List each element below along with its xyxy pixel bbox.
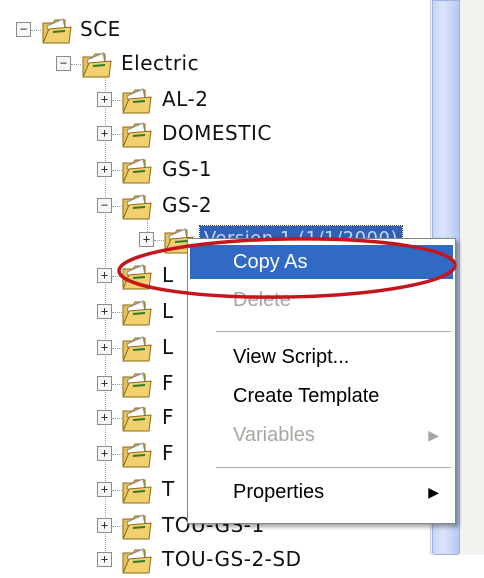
tree-node-label: F	[162, 405, 175, 429]
menu-item-label: Create Template	[233, 385, 380, 407]
expand-icon[interactable]: +	[97, 268, 112, 283]
open-folder-icon	[122, 88, 152, 114]
collapse-icon[interactable]: −	[16, 22, 31, 37]
open-folder-icon	[122, 372, 152, 398]
menu-item-label: Copy As	[233, 251, 308, 273]
open-folder-icon	[122, 406, 152, 432]
menu-item-label: Variables	[233, 424, 315, 446]
tree-node-label: DOMESTIC	[162, 121, 272, 145]
open-folder-icon	[122, 442, 152, 468]
menu-item-copy-as[interactable]: Copy As	[190, 245, 453, 279]
menu-item-label: View Script...	[233, 346, 350, 368]
expand-icon[interactable]: +	[97, 482, 112, 497]
tree-node-label: L	[162, 263, 174, 287]
tree-node-label: AL-2	[162, 87, 209, 111]
menu-item-label: Properties	[233, 481, 325, 503]
expand-icon[interactable]: +	[97, 518, 112, 533]
menu-separator	[216, 331, 451, 332]
tree-node[interactable]: − SCE	[0, 12, 200, 48]
tree-node[interactable]: + L	[0, 330, 200, 366]
tree-node[interactable]: + TOU-GS-2-SD	[0, 542, 320, 578]
tree-node-label: GS-1	[162, 157, 213, 181]
menu-item-create-template[interactable]: Create Template	[190, 379, 453, 413]
tree-node[interactable]: + L	[0, 294, 200, 330]
menu-item-label: Delete	[233, 289, 291, 311]
tree-node[interactable]: + T	[0, 472, 200, 508]
expand-icon[interactable]: +	[139, 232, 154, 247]
expand-icon[interactable]: +	[97, 552, 112, 567]
expand-icon[interactable]: +	[97, 126, 112, 141]
expand-icon[interactable]: +	[97, 446, 112, 461]
open-folder-icon	[122, 158, 152, 184]
tree-node-label: TOU-GS-2-SD	[162, 547, 302, 571]
collapse-icon[interactable]: −	[97, 198, 112, 213]
expand-icon[interactable]: +	[97, 376, 112, 391]
open-folder-icon	[122, 478, 152, 504]
tree-node[interactable]: − GS-2	[0, 188, 260, 224]
open-folder-icon	[122, 194, 152, 220]
collapse-icon[interactable]: −	[56, 56, 71, 71]
tree-node[interactable]: + F	[0, 400, 200, 436]
expand-icon[interactable]: +	[97, 410, 112, 425]
tree-node[interactable]: + DOMESTIC	[0, 116, 300, 152]
menu-item-properties[interactable]: Properties ▶	[190, 475, 453, 509]
menu-item-view-script[interactable]: View Script...	[190, 340, 453, 374]
tree-node-label: SCE	[80, 17, 121, 41]
tree-node[interactable]: + AL-2	[0, 82, 260, 118]
submenu-arrow-icon: ▶	[428, 484, 439, 500]
tree-node-label: F	[162, 441, 175, 465]
tree-node[interactable]: + F	[0, 366, 200, 402]
tree-node-label: GS-2	[162, 193, 213, 217]
expand-icon[interactable]: +	[97, 162, 112, 177]
open-folder-icon	[122, 264, 152, 290]
tree-node[interactable]: − Electric	[0, 46, 260, 82]
open-folder-icon	[82, 52, 112, 78]
open-folder-icon	[122, 514, 152, 540]
menu-item-delete: Delete	[190, 283, 453, 317]
open-folder-icon	[42, 18, 72, 44]
open-folder-icon	[122, 300, 152, 326]
open-folder-icon	[122, 336, 152, 362]
tree-node[interactable]: + GS-1	[0, 152, 260, 188]
open-folder-icon	[122, 548, 152, 574]
expand-icon[interactable]: +	[97, 340, 112, 355]
tree-node[interactable]: + L	[0, 258, 200, 294]
tree-node-label: F	[162, 371, 175, 395]
expand-icon[interactable]: +	[97, 92, 112, 107]
context-menu: Copy As Delete View Script... Create Tem…	[187, 238, 456, 524]
tree-node-label: Electric	[121, 51, 200, 75]
open-folder-icon	[122, 122, 152, 148]
tree-node-label: L	[162, 299, 174, 323]
menu-item-variables: Variables ▶	[190, 418, 453, 452]
tree-node[interactable]: + F	[0, 436, 200, 472]
menu-separator	[216, 467, 451, 468]
submenu-arrow-icon: ▶	[428, 427, 439, 443]
tree-node-label: T	[162, 477, 175, 501]
expand-icon[interactable]: +	[97, 304, 112, 319]
tree-node-label: L	[162, 335, 174, 359]
